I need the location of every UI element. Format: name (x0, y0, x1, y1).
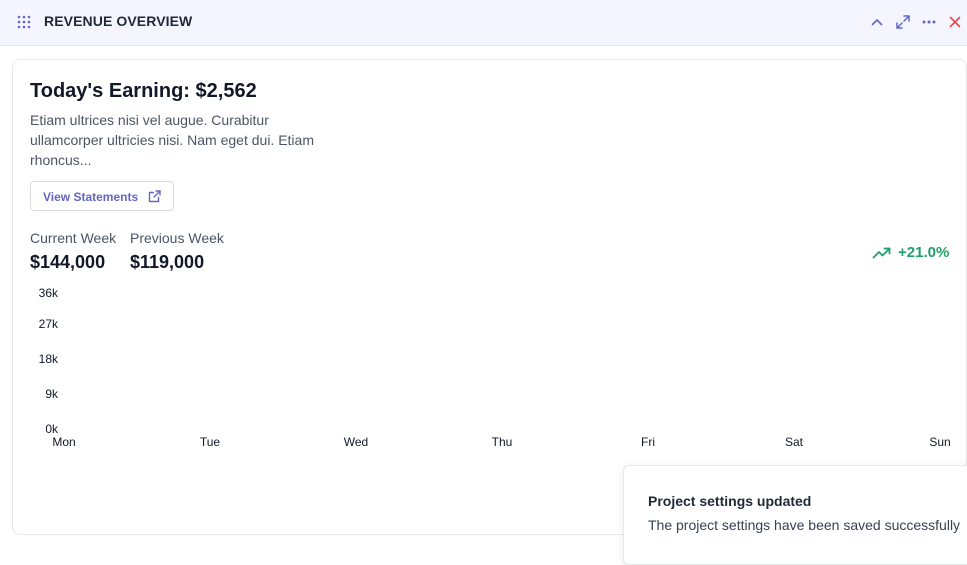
x-tick-label: Fri (641, 435, 655, 449)
close-icon[interactable] (946, 13, 964, 31)
x-tick-label: Tue (200, 435, 221, 449)
x-tick-label: Thu (492, 435, 513, 449)
revenue-chart: 0k 9k 18k 27k 36k Mon Tue Wed Thu Fri Sat Sun (39, 286, 951, 449)
x-tick-label: Sun (929, 435, 950, 449)
y-tick-label: 0k (45, 422, 59, 436)
revenue-card: Today's Earning: $2,562 Etiam ultrices n… (12, 59, 967, 535)
more-horizontal-icon[interactable] (920, 13, 938, 31)
toast-title: Project settings updated (648, 493, 812, 509)
expand-icon[interactable] (894, 13, 912, 31)
toast-message: The project settings have been saved suc… (648, 517, 961, 533)
chevron-up-icon[interactable] (868, 13, 886, 31)
y-tick-label: 9k (45, 387, 59, 401)
drag-handle-icon[interactable] (17, 15, 31, 29)
x-tick-label: Mon (52, 435, 75, 449)
x-tick-label: Sat (785, 435, 804, 449)
panel-title: REVENUE OVERVIEW (44, 13, 193, 29)
y-tick-label: 27k (39, 317, 59, 331)
panel-header: REVENUE OVERVIEW (0, 0, 967, 46)
y-tick-label: 18k (39, 352, 59, 366)
toast-notification[interactable]: Project settings updated The project set… (623, 465, 967, 565)
y-tick-label: 36k (39, 286, 59, 300)
x-tick-label: Wed (344, 435, 368, 449)
